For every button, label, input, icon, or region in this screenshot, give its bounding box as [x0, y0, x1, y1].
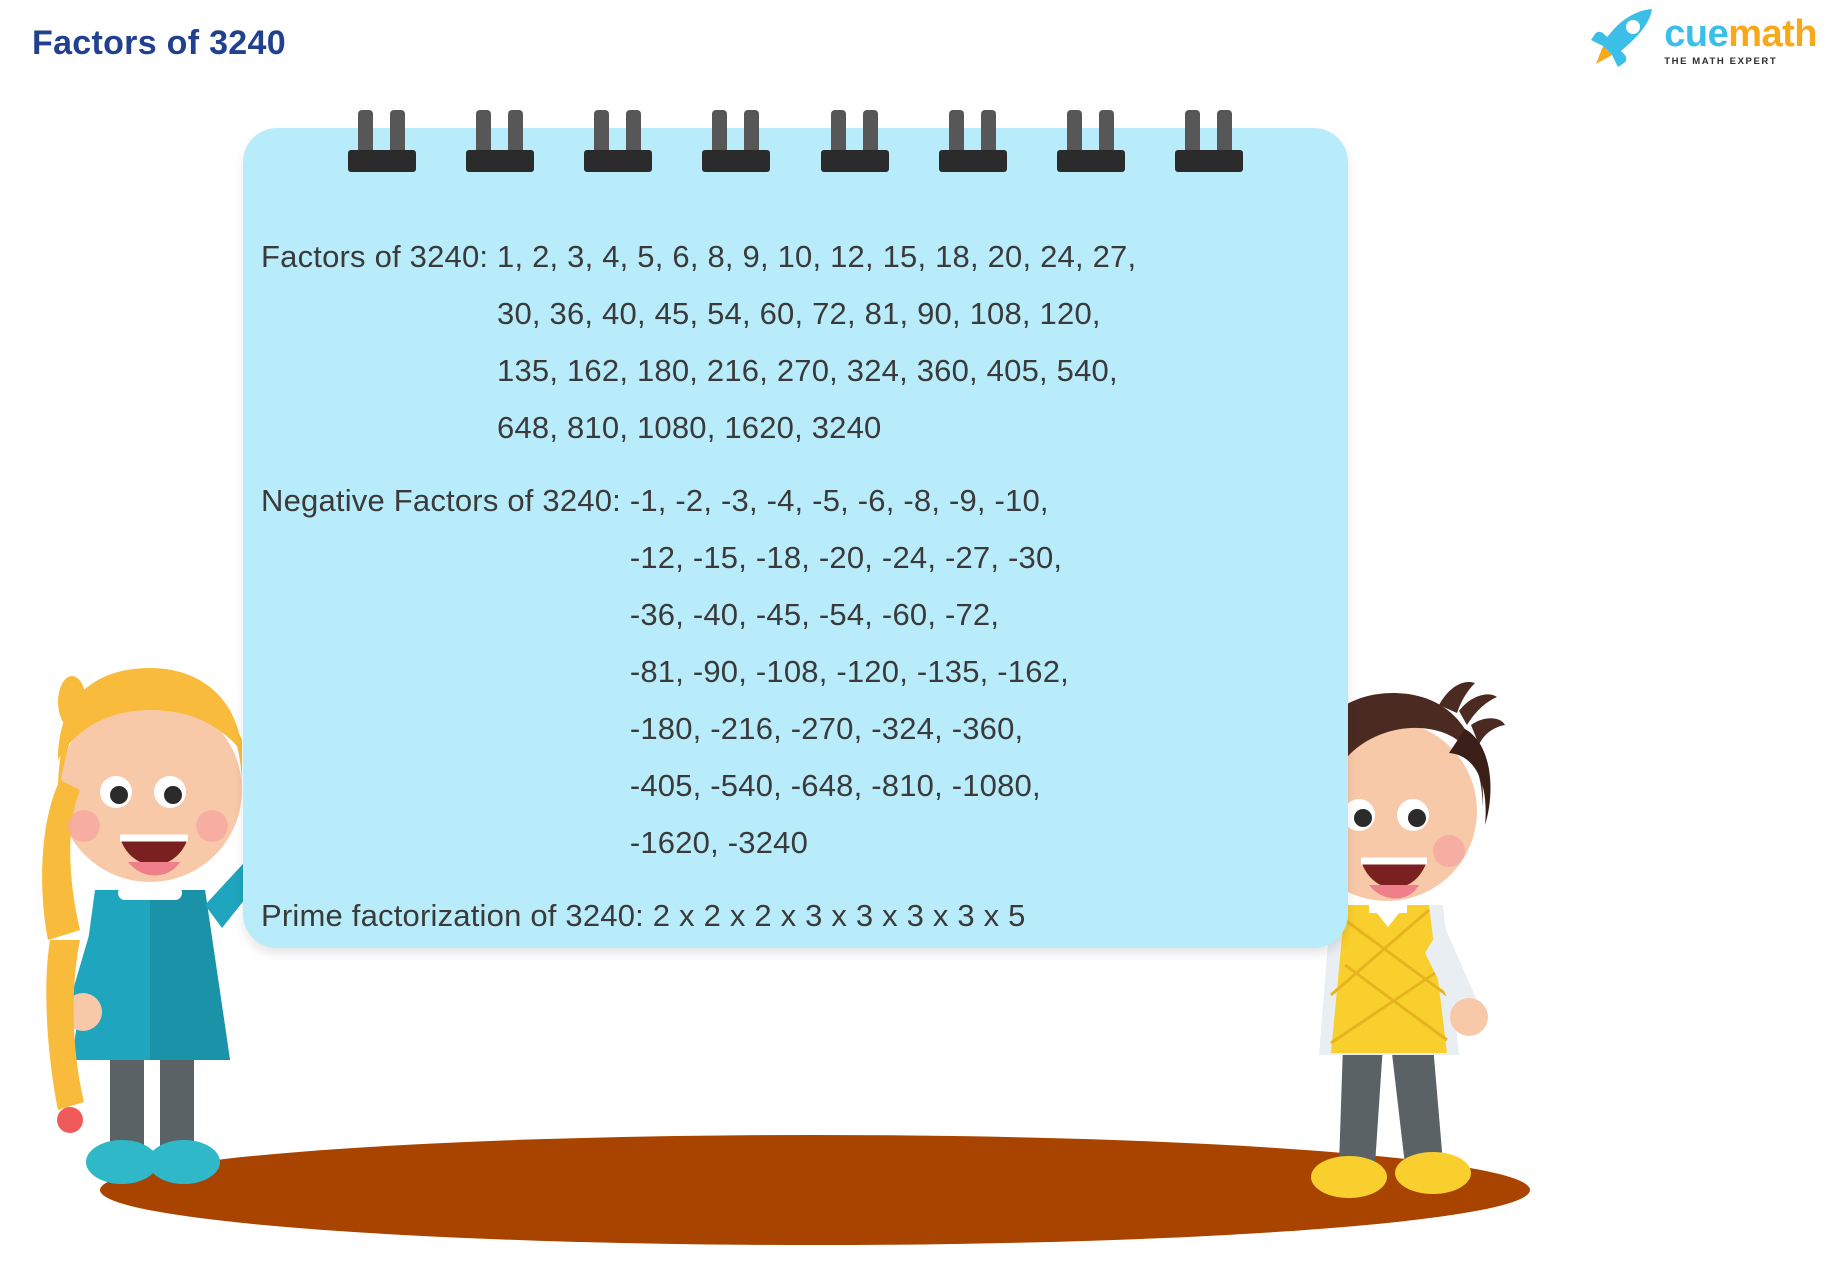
cuemath-logo: cuemath THE MATH EXPERT	[1590, 8, 1817, 70]
negative-factors-label: Negative Factors of 3240:	[261, 483, 621, 518]
rocket-icon	[1591, 9, 1653, 67]
logo-word-math: math	[1728, 13, 1817, 55]
notepad-content: Factors of 3240: 1, 2, 3, 4, 5, 6, 8, 9,…	[261, 228, 1322, 960]
factors-line: 648, 810, 1080, 1620, 3240	[497, 410, 882, 445]
logo-tagline: THE MATH EXPERT	[1664, 56, 1778, 68]
prime-factorization-line: 2 x 2 x 2 x 3 x 3 x 3 x 3 x 5	[652, 898, 1026, 933]
prime-factorization-label: Prime factorization of 3240:	[261, 898, 644, 933]
factors-line: 135, 162, 180, 216, 270, 324, 360, 405, …	[497, 353, 1118, 388]
negative-factors-line: -36, -40, -45, -54, -60, -72,	[629, 597, 1000, 632]
factors-line: 1, 2, 3, 4, 5, 6, 8, 9, 10, 12, 15, 18, …	[497, 239, 1137, 274]
negative-factors-section: Negative Factors of 3240: -1, -2, -3, -4…	[261, 472, 1322, 871]
factors-label: Factors of 3240:	[261, 239, 489, 274]
negative-factors-line: -12, -15, -18, -20, -24, -27, -30,	[629, 540, 1063, 575]
factors-line: 30, 36, 40, 45, 54, 60, 72, 81, 90, 108,…	[497, 296, 1101, 331]
page-title: Factors of 3240	[32, 24, 286, 62]
prime-factorization-section: Prime factorization of 3240: 2 x 2 x 2 x…	[261, 887, 1322, 944]
logo-word-cue: cue	[1664, 13, 1729, 55]
factors-section: Factors of 3240: 1, 2, 3, 4, 5, 6, 8, 9,…	[261, 228, 1322, 456]
negative-factors-line: -405, -540, -648, -810, -1080,	[629, 768, 1041, 803]
negative-factors-line: -81, -90, -108, -120, -135, -162,	[629, 654, 1069, 689]
notepad: Factors of 3240: 1, 2, 3, 4, 5, 6, 8, 9,…	[243, 110, 1348, 948]
negative-factors-line: -1, -2, -3, -4, -5, -6, -8, -9, -10,	[629, 483, 1049, 518]
negative-factors-line: -180, -216, -270, -324, -360,	[629, 711, 1024, 746]
negative-factors-line: -1620, -3240	[629, 825, 809, 860]
